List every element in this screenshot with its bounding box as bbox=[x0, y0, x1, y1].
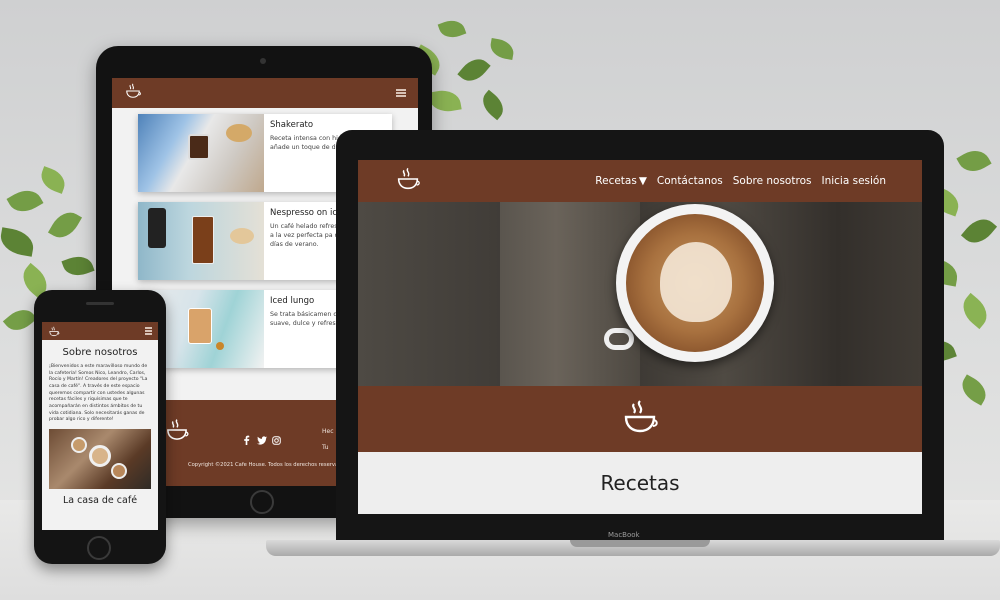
phone-navbar bbox=[42, 322, 158, 340]
tablet-home-button bbox=[250, 490, 274, 514]
section-title: Recetas bbox=[600, 471, 680, 495]
coffee-cheers-image bbox=[49, 428, 151, 489]
recipes-section: Recetas bbox=[358, 452, 922, 514]
phone-subtitle: La casa de café bbox=[62, 494, 138, 506]
phone-speaker bbox=[86, 302, 114, 305]
facebook-icon[interactable] bbox=[242, 430, 251, 445]
nav-item-sobre-nosotros[interactable]: Sobre nosotros bbox=[733, 175, 812, 187]
instagram-icon[interactable] bbox=[272, 430, 281, 445]
footer-link[interactable]: Hec bbox=[322, 424, 334, 440]
shakerato-image bbox=[138, 114, 264, 192]
brand-band bbox=[358, 386, 922, 452]
phone-page-title: Sobre nosotros bbox=[62, 347, 138, 358]
laptop-notch bbox=[570, 540, 710, 547]
coffee-cup-logo-icon[interactable] bbox=[48, 322, 60, 341]
hero-image bbox=[358, 202, 922, 386]
phone-home-button bbox=[87, 536, 111, 560]
laptop-navbar: Recetas ▼ Contáctanos Sobre nosotros Inic… bbox=[358, 160, 922, 202]
tablet-camera bbox=[260, 58, 266, 64]
laptop-screen: Recetas ▼ Contáctanos Sobre nosotros Inic… bbox=[358, 160, 922, 514]
cup-handle bbox=[604, 328, 634, 350]
nav-item-recetas[interactable]: Recetas ▼ bbox=[595, 175, 647, 187]
coffee-cup-logo-icon[interactable] bbox=[124, 83, 142, 103]
coffee-cup-logo-icon bbox=[620, 399, 660, 439]
about-text: ¡Bienvenidos a este maravilloso mundo de… bbox=[49, 364, 148, 423]
nav-item-inicia-sesion[interactable]: Inicia sesión bbox=[821, 175, 886, 187]
copyright-text: Copyright ©2021 Cafe House. Todos los de… bbox=[188, 462, 342, 468]
phone-device: Sobre nosotros ¡Bienvenidos a este marav… bbox=[34, 290, 166, 564]
latte-cup bbox=[616, 204, 774, 362]
coffee-cup-logo-icon[interactable] bbox=[394, 167, 422, 195]
caret-down-icon: ▼ bbox=[638, 175, 647, 187]
footer-links: Hec Tu bbox=[322, 424, 334, 455]
tablet-navbar bbox=[112, 78, 418, 108]
laptop-device: Recetas ▼ Contáctanos Sobre nosotros Inic… bbox=[336, 130, 944, 542]
hamburger-menu-icon[interactable] bbox=[145, 326, 152, 337]
footer-link[interactable]: Tu bbox=[322, 440, 334, 456]
footer-logo-icon bbox=[164, 418, 190, 446]
main-menu: Recetas ▼ Contáctanos Sobre nosotros Inic… bbox=[595, 175, 886, 187]
twitter-icon[interactable] bbox=[257, 430, 267, 445]
nav-label: Recetas bbox=[595, 175, 637, 187]
phone-screen: Sobre nosotros ¡Bienvenidos a este marav… bbox=[42, 322, 158, 530]
nav-item-contactanos[interactable]: Contáctanos bbox=[657, 175, 723, 187]
social-links bbox=[242, 430, 281, 445]
nespresso-ice-image bbox=[138, 202, 264, 280]
recipe-title: Shakerato bbox=[270, 120, 314, 130]
laptop-brand-label: MacBook bbox=[608, 531, 640, 539]
hamburger-menu-icon[interactable] bbox=[396, 88, 406, 99]
